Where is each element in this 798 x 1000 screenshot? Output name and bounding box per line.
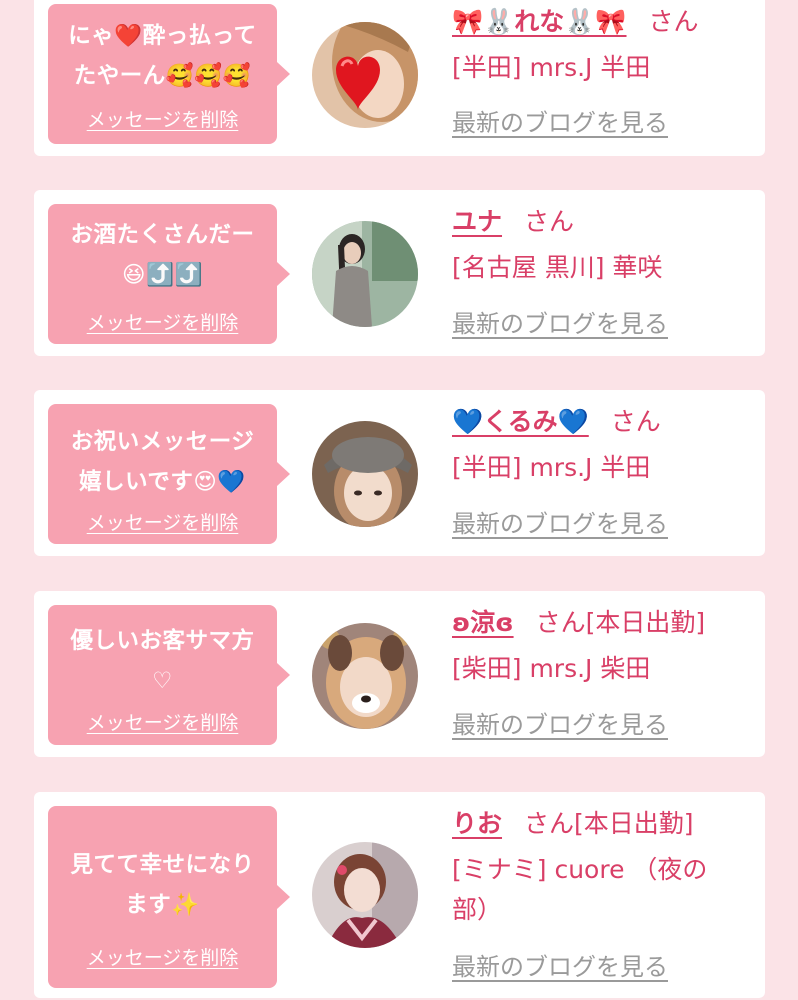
message-bubble: 見てて幸せになり ます✨ メッセージを削除 (48, 806, 290, 988)
cast-name-link[interactable]: ユナ (452, 207, 502, 236)
cast-name-line: 💙くるみ💙 さん (452, 402, 661, 442)
cast-name-link[interactable]: 💙くるみ💙 (452, 407, 589, 436)
message-card: にゃ❤️酔っ払って たやーん🥰🥰🥰 メッセージを削除 🎀🐰れな🐰🎀 さん [半田]… (34, 0, 765, 156)
message-card: 優しいお客サマ方 ♡ メッセージを削除 ʚ涼ɞ さん[本日出勤] [柴田] mrs… (34, 591, 765, 757)
latest-blog-link[interactable]: 最新のブログを見る (452, 504, 668, 544)
cast-name-link[interactable]: 🎀🐰れな🐰🎀 (452, 7, 627, 36)
latest-blog-link[interactable]: 最新のブログを見る (452, 947, 668, 987)
attendance-status: [本日出勤] (585, 608, 706, 637)
avatar[interactable] (312, 221, 418, 327)
delete-message-link[interactable]: メッセージを削除 (48, 943, 277, 970)
message-bubble: 優しいお客サマ方 ♡ メッセージを削除 (48, 605, 290, 745)
delete-message-link[interactable]: メッセージを削除 (48, 508, 277, 535)
message-text: 優しいお客サマ方 ♡ (70, 628, 255, 694)
cast-name-link[interactable]: ʚ涼ɞ (452, 608, 514, 637)
latest-blog-link[interactable]: 最新のブログを見る (452, 304, 668, 344)
latest-blog-link[interactable]: 最新のブログを見る (452, 103, 668, 143)
shop-name: [半田] mrs.J 半田 (452, 53, 651, 82)
attendance-status: [本日出勤] (574, 809, 694, 838)
avatar[interactable] (312, 421, 418, 527)
shop-name: [名古屋 黒川] 華咲 (452, 253, 663, 282)
avatar[interactable] (312, 623, 418, 729)
cast-name-line: ユナ さん (452, 202, 574, 242)
shop-name: [半田] mrs.J 半田 (452, 453, 651, 482)
honorific: さん (524, 207, 575, 236)
message-bubble: お祝いメッセージ 嬉しいです😍💙 メッセージを削除 (48, 404, 290, 544)
message-text: にゃ❤️酔っ払って たやーん🥰🥰🥰 (68, 23, 257, 89)
message-card: 見てて幸せになり ます✨ メッセージを削除 りお さん[本日出勤] [ミナミ] c… (34, 792, 765, 998)
delete-message-link[interactable]: メッセージを削除 (48, 105, 277, 132)
avatar[interactable] (312, 22, 418, 128)
avatar[interactable] (312, 842, 418, 948)
message-card: お酒たくさんだー 😆⤴️⤴️ メッセージを削除 ユナ さん [名古屋 黒川] 華咲… (34, 190, 765, 356)
shop-name: [柴田] mrs.J 柴田 (452, 654, 651, 683)
cast-name-line: ʚ涼ɞ さん[本日出勤] (452, 603, 705, 643)
message-bubble: お酒たくさんだー 😆⤴️⤴️ メッセージを削除 (48, 204, 290, 344)
latest-blog-link[interactable]: 最新のブログを見る (452, 705, 668, 745)
message-text: お祝いメッセージ 嬉しいです😍💙 (70, 429, 255, 495)
delete-message-link[interactable]: メッセージを削除 (48, 308, 277, 335)
cast-name-line: りお さん[本日出勤] (452, 804, 694, 844)
honorific: さん (648, 7, 699, 36)
honorific: さん (610, 407, 661, 436)
message-text: 見てて幸せになり ます✨ (70, 852, 255, 918)
cast-name-link[interactable]: りお (452, 809, 502, 838)
message-bubble: にゃ❤️酔っ払って たやーん🥰🥰🥰 メッセージを削除 (48, 4, 290, 144)
honorific: さん (535, 608, 586, 637)
delete-message-link[interactable]: メッセージを削除 (48, 708, 277, 735)
message-card: お祝いメッセージ 嬉しいです😍💙 メッセージを削除 💙くるみ💙 さん [半田] m… (34, 390, 765, 556)
honorific: さん (524, 809, 575, 838)
shop-name: [ミナミ] cuore （夜の部） (452, 855, 708, 924)
cast-name-line: 🎀🐰れな🐰🎀 さん (452, 2, 699, 42)
message-text: お酒たくさんだー 😆⤴️⤴️ (70, 222, 255, 288)
